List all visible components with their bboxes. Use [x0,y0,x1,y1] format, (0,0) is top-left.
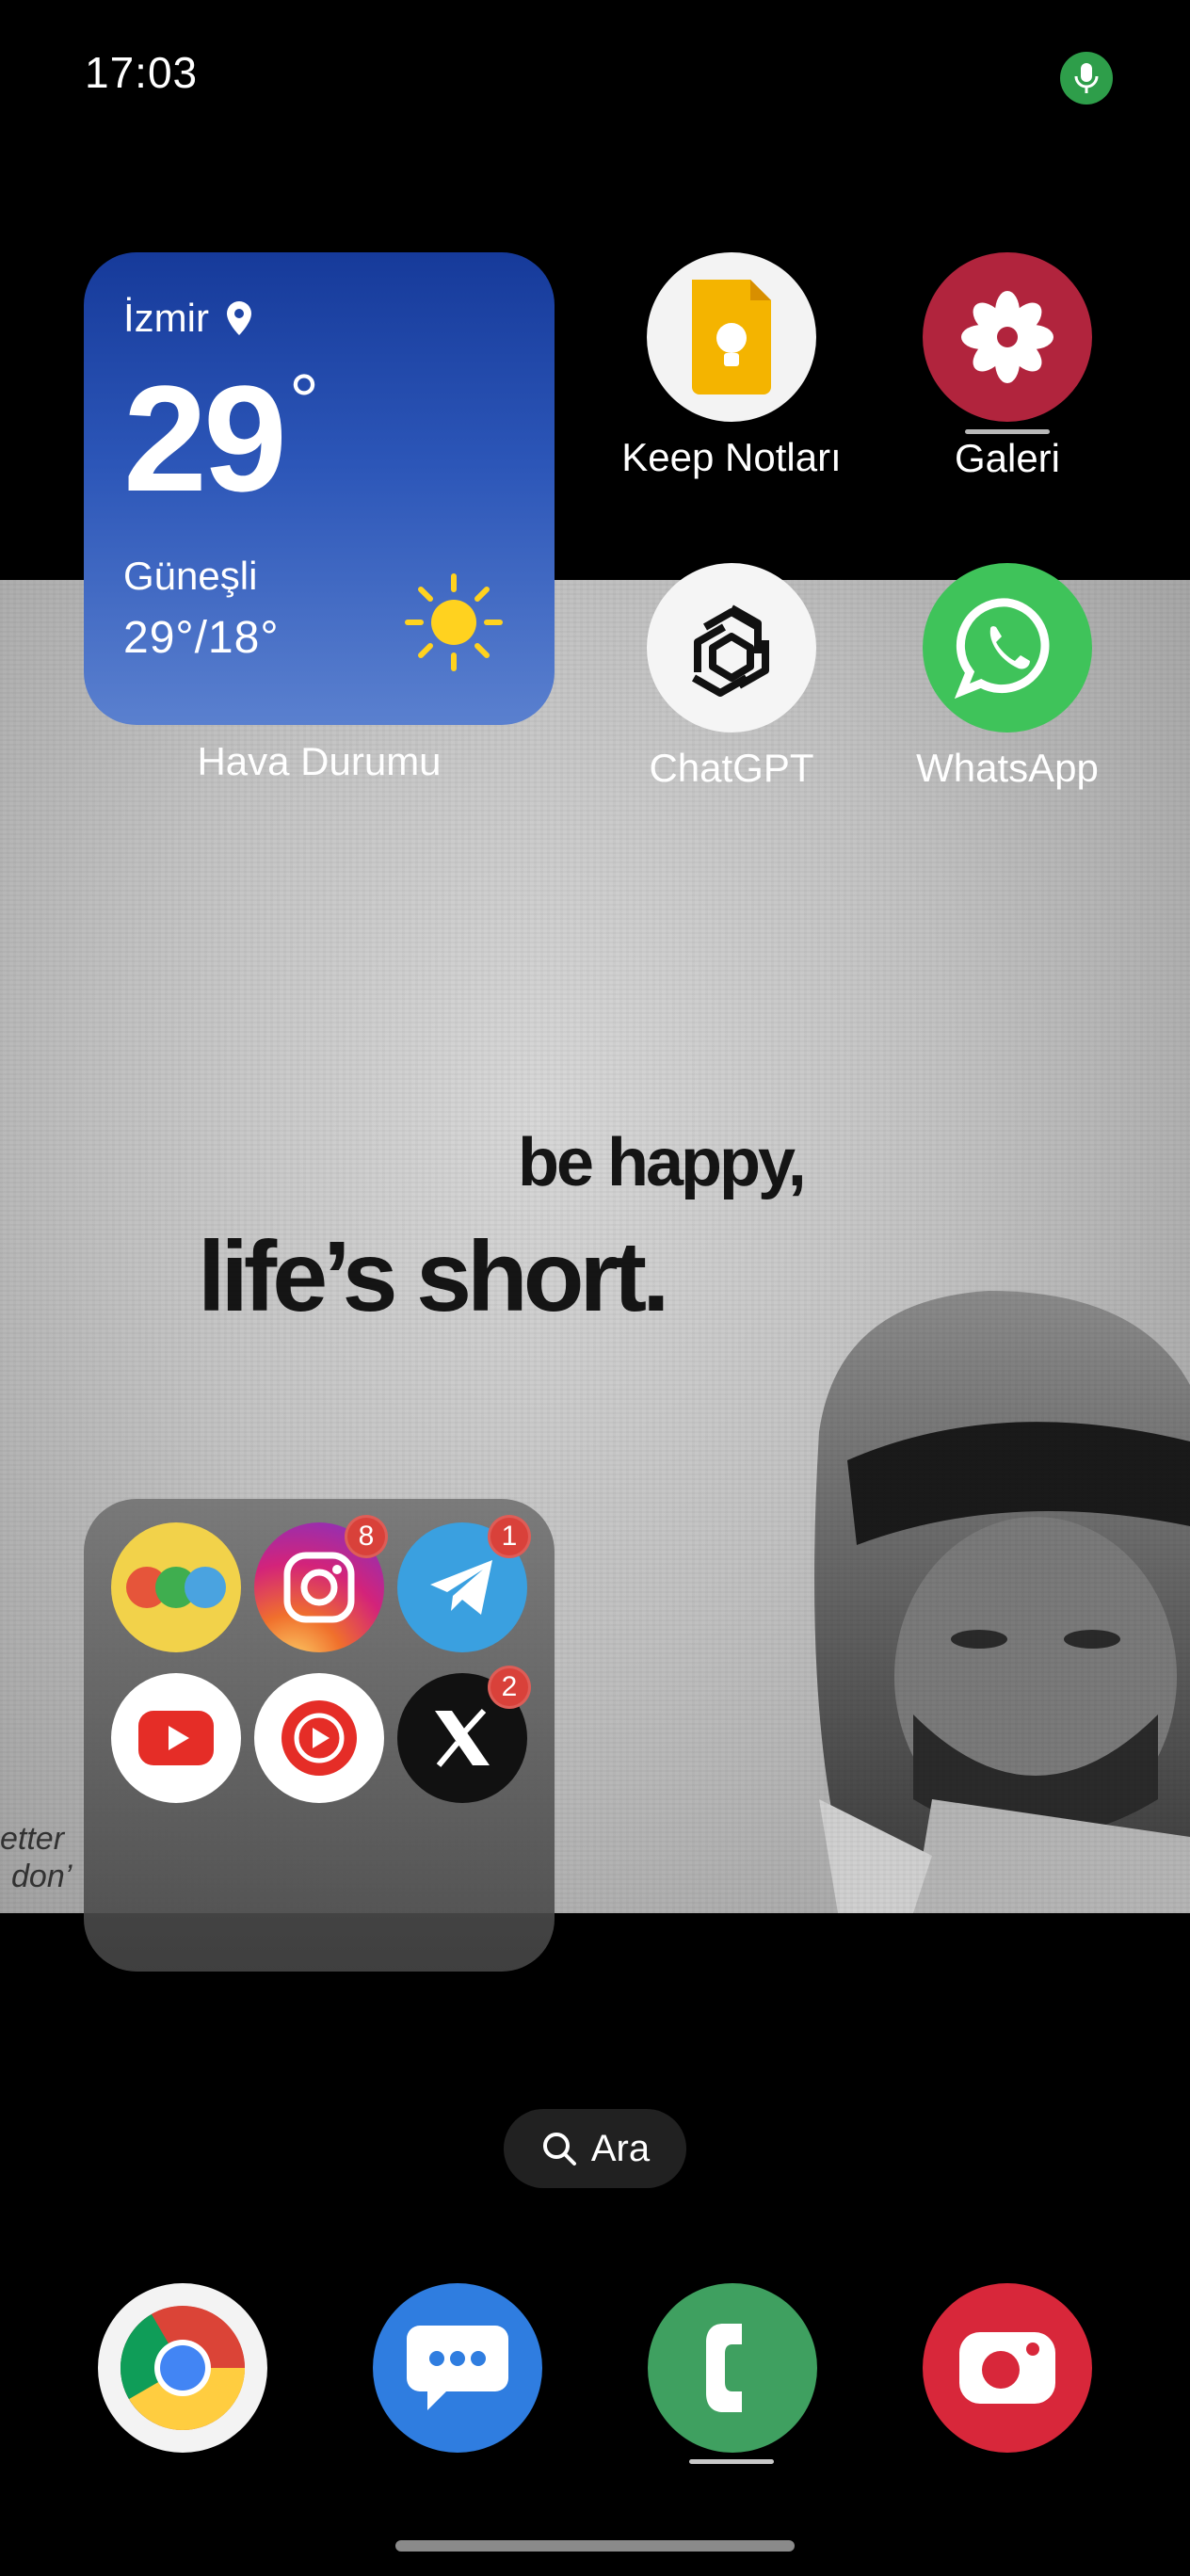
folder-app-instagram[interactable]: 8 [254,1515,388,1652]
microphone-icon [1060,52,1113,105]
weather-location: İzmir [123,296,515,341]
folder-app-x[interactable]: 2 [397,1666,531,1803]
instagram-icon [283,1552,355,1623]
app-keep-notes[interactable]: Keep Notları [604,252,859,480]
wallpaper-figure [814,1291,1190,1913]
weather-condition: Güneşli [123,554,258,598]
x-icon [435,1708,490,1767]
dock-app-messages[interactable] [373,2283,542,2453]
phone-icon [706,2324,742,2412]
weather-widget-label: Hava Durumu [197,739,442,783]
chatgpt-icon [647,563,816,733]
weather-temperature-value: 29 [123,354,287,523]
folder-app-youtube-music[interactable] [254,1673,384,1803]
location-pin-icon [226,301,251,335]
search-label: Ara [590,2127,651,2169]
camera-icon [959,2332,1055,2404]
folder-app-telegram[interactable]: 1 [397,1515,531,1652]
app-label-gallery: Galeri [954,436,1061,480]
weather-range: 29°/18° [123,613,280,663]
search-button[interactable]: Ara [504,2109,686,2188]
wallpaper-corner-text-2: don’ [11,1859,72,1894]
weather-widget[interactable]: İzmir 29 ° Güneşli 29°/18° [84,252,555,725]
app-label-keep-notes: Keep Notları [621,435,842,479]
folder-app-multi-dots[interactable] [111,1522,241,1652]
folder-app-youtube[interactable] [111,1673,241,1803]
wallpaper-text-line1: be happy, [518,1125,807,1200]
wallpaper-text-line2: life’s short. [198,1221,670,1332]
app-gallery[interactable]: Galeri [880,252,1134,481]
three-dots-app-icon [126,1567,226,1608]
messages-icon [407,2326,508,2410]
dock-app-camera[interactable] [923,2283,1092,2453]
app-chatgpt[interactable]: ChatGPT [604,563,859,791]
app-label-whatsapp: WhatsApp [916,746,1099,790]
app-folder[interactable]: 8 1 2 [84,1499,555,1972]
telegram-badge: 1 [488,1515,531,1558]
chrome-icon [121,2306,245,2430]
gallery-flower-icon [923,252,1092,422]
dock-app-phone[interactable] [648,2283,817,2453]
x-badge: 2 [488,1666,531,1709]
keep-notes-icon [647,252,816,422]
whatsapp-icon [923,563,1092,733]
app-label-chatgpt: ChatGPT [649,746,814,790]
app-whatsapp[interactable]: WhatsApp [880,563,1134,791]
phone-indicator [689,2459,774,2464]
wallpaper-corner-text-1: etter [0,1821,65,1857]
weather-temperature: 29 ° [123,363,515,514]
youtube-music-icon [281,1700,357,1776]
search-icon [542,2133,576,2165]
gallery-indicator [965,429,1050,434]
weather-degree-symbol: ° [288,359,319,443]
dock-app-chrome[interactable] [98,2283,267,2453]
status-time: 17:03 [85,48,199,97]
sun-icon [405,573,503,671]
home-gesture-bar[interactable] [395,2540,795,2552]
youtube-icon [138,1711,214,1765]
telegram-icon [430,1560,492,1615]
weather-city: İzmir [123,296,209,340]
instagram-badge: 8 [345,1515,388,1558]
